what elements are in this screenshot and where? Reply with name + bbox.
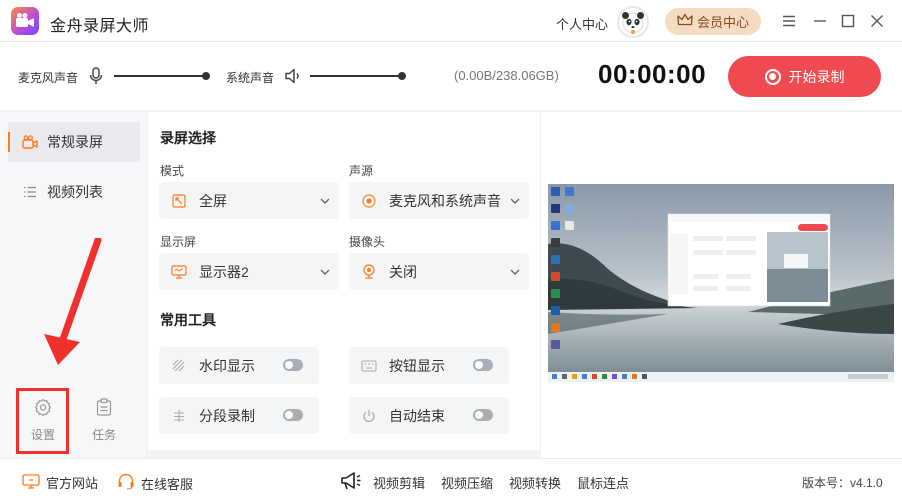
tool-label: 分段录制: [199, 407, 255, 424]
camera-label: 摄像头: [349, 235, 386, 249]
screen-preview-image: [548, 184, 894, 382]
tool-label: 按钮显示: [389, 357, 445, 374]
vip-center-button[interactable]: 会员中心: [665, 8, 761, 35]
camera-value: 关闭: [389, 263, 417, 280]
segment-record-switch[interactable]: [283, 409, 303, 421]
mode-value: 全屏: [199, 192, 227, 209]
camera-select[interactable]: 关闭: [349, 253, 529, 290]
screen-record-icon: [22, 134, 38, 150]
audio-source-icon: [361, 193, 377, 208]
keyboard-icon: [361, 359, 377, 372]
watermark-toggle-card: 水印显示: [159, 347, 319, 384]
official-website-label: 官方网站: [46, 476, 99, 491]
sidebar-item-video-list[interactable]: 视频列表: [8, 172, 140, 212]
system-volume-label: 系统声音: [226, 71, 275, 85]
camera-icon: [361, 264, 377, 279]
mic-volume-slider[interactable]: [114, 72, 210, 80]
microphone-icon[interactable]: [89, 67, 103, 90]
tool-label: 水印显示: [199, 357, 255, 374]
app-window: 金舟录屏大师 个人中心 会员中心 麦克风声音 系统声音 (0.00B/238.0…: [0, 0, 902, 502]
mode-select[interactable]: 全屏: [159, 182, 339, 219]
audio-control-bar: 麦克风声音 系统声音 (0.00B/238.06GB) 00:00:00 开始录…: [0, 42, 902, 110]
chevron-down-icon: [319, 265, 331, 281]
auto-clicker-link[interactable]: 鼠标连点: [577, 473, 629, 492]
tasks-label: 任务: [91, 428, 116, 442]
minimize-icon[interactable]: [810, 11, 830, 31]
video-list-icon: [22, 184, 38, 200]
watermark-switch[interactable]: [283, 359, 303, 371]
record-icon: [764, 68, 781, 85]
task-icon: [96, 396, 112, 418]
app-title: 金舟录屏大师: [50, 18, 150, 35]
start-recording-button[interactable]: 开始录制: [728, 56, 881, 97]
chevron-down-icon: [319, 194, 331, 210]
megaphone-icon: [340, 471, 362, 496]
tasks-button[interactable]: 任务: [82, 396, 126, 446]
headset-icon: [117, 473, 135, 493]
chevron-down-icon: [509, 265, 521, 281]
fullscreen-icon: [171, 193, 187, 208]
display-select[interactable]: 显示器2: [159, 253, 339, 290]
speaker-icon[interactable]: [284, 67, 302, 90]
sidebar-item-screen-record[interactable]: 常规录屏: [8, 122, 140, 162]
mic-volume-knob[interactable]: [202, 72, 210, 80]
website-icon: [22, 473, 40, 492]
video-convert-link[interactable]: 视频转换: [509, 473, 561, 492]
power-icon: [361, 409, 377, 423]
version-label: 版本号：v4.1.0: [802, 476, 883, 490]
chevron-down-icon: [509, 194, 521, 210]
disk-usage: (0.00B/238.06GB): [454, 68, 559, 83]
key-display-toggle-card: 按钮显示: [349, 347, 509, 384]
segment-icon: [171, 409, 187, 423]
mic-volume-label: 麦克风声音: [18, 71, 79, 85]
recording-options-panel: 录屏选择 模式 全屏 声源 麦克风和系统声音 显示屏 显示器2 摄像头 关闭 常…: [148, 112, 540, 450]
audio-source-select[interactable]: 麦克风和系统声音: [349, 182, 529, 219]
screen-preview-area: [541, 112, 902, 458]
app-logo-icon: [11, 7, 39, 35]
watermark-icon: [171, 359, 187, 373]
footer-bar: 官方网站 在线客服 视频剪辑 视频压缩 视频转换 鼠标连点 版本号：v4.1.0: [0, 458, 902, 502]
segment-record-toggle-card: 分段录制: [159, 397, 319, 434]
audio-source-value: 麦克风和系统声音: [389, 192, 501, 209]
start-recording-label: 开始录制: [788, 68, 845, 85]
crown-icon: [677, 13, 693, 30]
system-volume-slider[interactable]: [310, 72, 406, 80]
key-display-switch[interactable]: [473, 359, 493, 371]
audio-source-label: 声源: [349, 164, 374, 178]
panda-avatar-icon[interactable]: [617, 6, 649, 38]
auto-stop-toggle-card: 自动结束: [349, 397, 509, 434]
display-value: 显示器2: [199, 263, 249, 280]
display-label: 显示屏: [160, 235, 197, 249]
close-icon[interactable]: [867, 11, 887, 31]
profile-center-link[interactable]: 个人中心: [556, 14, 608, 33]
annotation-arrow: [44, 238, 102, 365]
video-edit-link[interactable]: 视频剪辑: [373, 473, 425, 492]
official-website-link[interactable]: 官方网站: [22, 473, 98, 492]
record-timer: 00:00:00: [598, 59, 707, 89]
tool-label: 自动结束: [389, 407, 445, 424]
sidebar-item-label: 常规录屏: [47, 134, 103, 150]
sidebar-item-label: 视频列表: [47, 184, 103, 200]
auto-stop-switch[interactable]: [473, 409, 493, 421]
annotation-highlight-box: [16, 388, 69, 454]
screen-selection-title: 录屏选择: [160, 130, 216, 146]
monitor-icon: [171, 264, 187, 279]
common-tools-title: 常用工具: [160, 312, 216, 328]
menu-icon[interactable]: [779, 11, 799, 31]
system-volume-knob[interactable]: [398, 72, 406, 80]
online-service-link[interactable]: 在线客服: [117, 473, 193, 493]
maximize-icon[interactable]: [838, 11, 858, 31]
active-indicator: [8, 132, 10, 152]
vip-center-label: 会员中心: [696, 15, 749, 30]
mode-label: 模式: [160, 164, 185, 178]
online-service-label: 在线客服: [141, 476, 194, 492]
title-bar: 金舟录屏大师 个人中心 会员中心: [0, 0, 902, 42]
video-compress-link[interactable]: 视频压缩: [441, 473, 493, 492]
